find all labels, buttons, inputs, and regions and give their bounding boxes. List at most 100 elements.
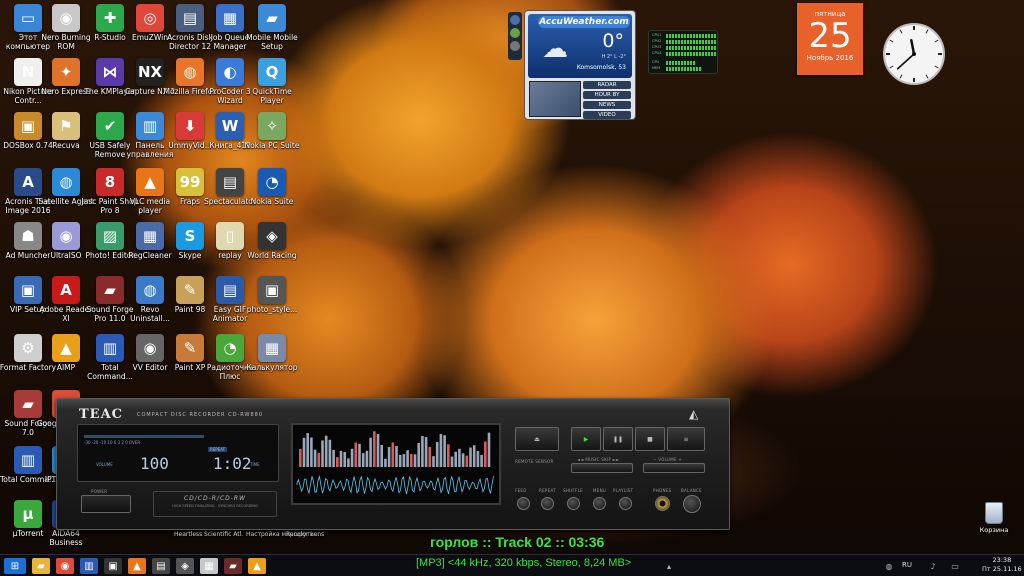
spectrum-bar [387, 447, 391, 467]
folder-icon: ▰ [258, 4, 286, 32]
spectrum-bar [472, 445, 476, 467]
file-explorer-icon[interactable]: ▰ [32, 558, 50, 574]
app-taskbar-icon[interactable]: ▤ [152, 558, 170, 574]
recycle-bin-icon [985, 502, 1003, 524]
aimp-logo-icon[interactable]: ◭ [689, 407, 698, 421]
power-button[interactable] [81, 495, 131, 513]
spectrum-bar [413, 454, 417, 467]
desktop-icon-label: Mobile Mobile Setup [246, 34, 298, 51]
vlc-taskbar-icon[interactable]: ▲ [128, 558, 146, 574]
menu-button[interactable] [593, 497, 606, 510]
desktop-label: Heartless [174, 531, 203, 538]
spectrum-bar [354, 442, 358, 467]
app-taskbar-icon[interactable]: ▥ [80, 558, 98, 574]
volume-rocker[interactable] [643, 463, 705, 473]
desktop-icon[interactable]: ▣ photo_style... [242, 276, 302, 338]
drag-icon[interactable] [510, 41, 520, 51]
desktop-icon[interactable]: ✧ Nokia PC Suite [242, 112, 302, 174]
weather-brand[interactable]: AccuWeather.com [538, 16, 630, 28]
desktop-icon[interactable]: ◔ Nokia Suite [242, 168, 302, 230]
desktop-icon[interactable]: ▰ Mobile Mobile Setup [242, 4, 302, 66]
language-indicator[interactable]: RU [902, 561, 912, 569]
balance-knob[interactable] [683, 495, 701, 513]
spectrum-bar [450, 456, 454, 467]
video-button[interactable]: VIDEO [583, 111, 631, 119]
cpu-row: CPU [652, 60, 716, 65]
spectrum-bar [391, 442, 395, 467]
clock-gadget[interactable] [882, 22, 946, 86]
recuva-icon: ⚑ [52, 112, 80, 140]
playlist-toggle-button[interactable] [619, 497, 632, 510]
time-value: 1:02 [213, 454, 252, 473]
spectrum-bar [369, 437, 372, 467]
open-button[interactable]: ⏏ [515, 427, 559, 451]
power-label: POWER [91, 489, 108, 494]
remote-sensor-label: REMOTE SENSOR [515, 459, 554, 464]
cpu-row-label: CPU [652, 60, 660, 64]
spectrum-bar [484, 441, 487, 467]
spectrum-bar [317, 452, 321, 467]
cpu-bar [666, 40, 716, 44]
nokia-icon: ✧ [258, 112, 286, 140]
waveform [296, 475, 494, 495]
app-taskbar-icon[interactable]: ▣ [104, 558, 122, 574]
desktop-icon-label: QuickTime Player [252, 88, 292, 105]
spectrum-visualizer[interactable] [291, 423, 501, 505]
shuffle-button[interactable] [567, 497, 580, 510]
app-taskbar-icon[interactable]: ▦ [200, 558, 218, 574]
spectrum-bar [458, 448, 461, 467]
repeat-button[interactable] [541, 497, 554, 510]
nokia-suite-icon: ◔ [258, 168, 286, 196]
feed-button[interactable] [517, 497, 530, 510]
start-button[interactable]: ⊞ [4, 558, 26, 574]
calculator-icon: ▦ [258, 334, 286, 362]
spectrum-bar [487, 432, 491, 467]
chrome-taskbar-icon[interactable]: ◉ [56, 558, 74, 574]
close-icon[interactable] [510, 15, 520, 25]
playlist-button[interactable]: ≡ [667, 427, 705, 451]
mode-indicator: REPEAT [208, 447, 228, 452]
stop-button[interactable]: ■ [635, 427, 665, 451]
desktop-icon-label: Nokia Suite [250, 198, 294, 206]
file-icon: ▯ [216, 222, 244, 250]
options-icon[interactable] [510, 28, 520, 38]
recycle-bin[interactable]: Корзина [972, 502, 1016, 542]
speaker-icon[interactable]: ♪ [924, 558, 942, 574]
weather-panel: AccuWeather.com ☁ 0° H 2° L -2° Komsomol… [528, 14, 632, 78]
weather-gadget[interactable]: AccuWeather.com ☁ 0° H 2° L -2° Komsomol… [524, 10, 636, 120]
spectrum-bar [302, 437, 306, 467]
weather-hi-lo: H 2° L -2° [601, 54, 626, 60]
spectrum-bar [395, 446, 398, 467]
app-taskbar-icon[interactable]: ▰ [224, 558, 242, 574]
aimp-taskbar-icon[interactable]: ▲ [248, 558, 266, 574]
teac-brand: TEAC [79, 407, 124, 422]
news-button[interactable]: NEWS [583, 101, 631, 109]
taskbar-clock[interactable]: 23:38 Пт 25.11.16 [982, 556, 1022, 574]
calendar-gadget[interactable]: пятница 25 Ноябрь 2016 [797, 3, 863, 75]
cpu-row-label: CPU2 [652, 39, 662, 43]
network-icon[interactable]: ◍ [880, 558, 898, 574]
pause-button[interactable]: ❚❚ [603, 427, 633, 451]
spectrum-bar [469, 447, 472, 467]
desktop-icon[interactable]: ◈ World Racing [242, 222, 302, 284]
desktop-icon[interactable]: Q QuickTime Player [242, 58, 302, 120]
spectrum-bar [336, 457, 339, 467]
play-button[interactable]: ▶ [571, 427, 601, 451]
desktop-icon[interactable]: ▦ Калькулятор [242, 334, 302, 396]
taskbar-date: Пт 25.11.16 [982, 565, 1022, 573]
hour-by-hour-button[interactable]: HOUR BY HOUR™ [583, 91, 631, 106]
radar-button[interactable]: RADAR [583, 81, 631, 89]
music-skip-rocker[interactable] [571, 463, 633, 473]
cpu-row-label: CPU4 [652, 51, 662, 55]
desktop-icon-label: World Racing [247, 252, 297, 260]
spectrum-bar [428, 446, 432, 467]
spectrum-bar [328, 439, 332, 467]
battery-icon[interactable]: ▭ [946, 558, 964, 574]
cpu-meter-gadget[interactable]: CPU1 CPU2 CPU3 CPU4 CPU MEM [648, 30, 718, 74]
teac-player-skin[interactable]: TEAC COMPACT DISC RECORDER CD-RW880 ◭ -3… [56, 398, 730, 530]
spectrum-bar [376, 434, 380, 467]
radar-map[interactable] [529, 81, 581, 117]
app-taskbar-icon[interactable]: ◈ [176, 558, 194, 574]
gadget-toolbar[interactable] [508, 12, 522, 60]
tray-icon[interactable]: ▴ [660, 558, 678, 574]
